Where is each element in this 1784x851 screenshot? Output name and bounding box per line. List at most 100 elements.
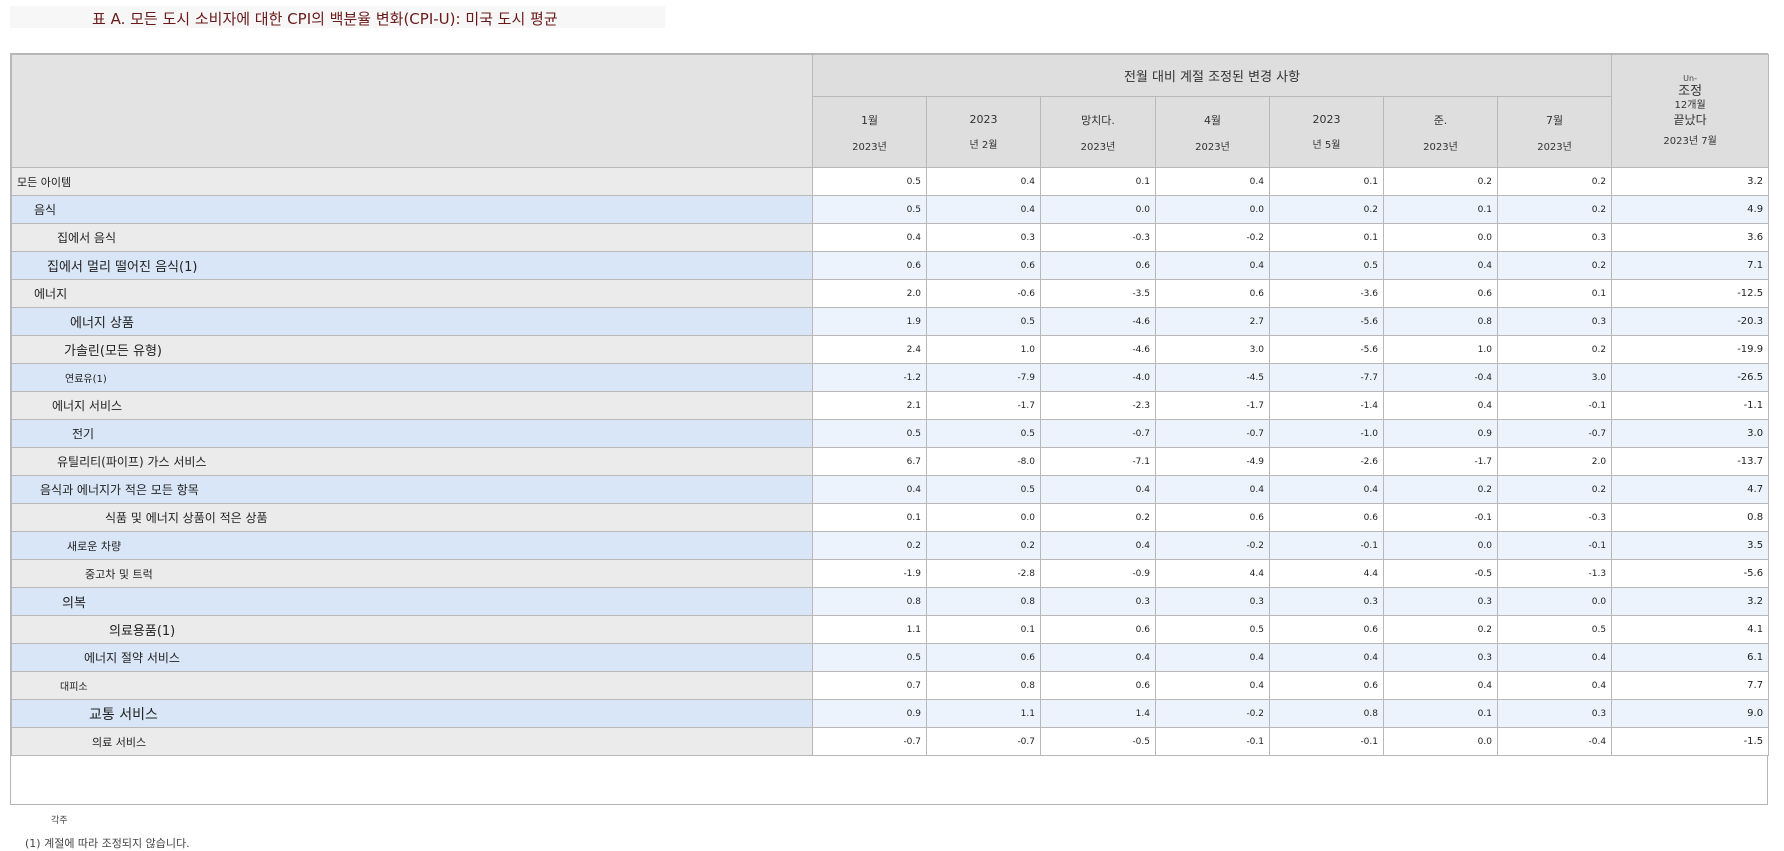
unadjusted-value-cell: -1.1 [1611, 391, 1770, 420]
value-cell: 0.1 [1496, 279, 1613, 308]
page-title: 표 A. 모든 도시 소비자에 대한 CPI의 백분율 변화(CPI-U): 미… [92, 10, 558, 28]
table-row: 모든 아이템 0.5 0.4 0.1 0.4 0.1 0.2 0.2 3.2 [11, 167, 1770, 196]
value-cell: 0.4 [1269, 643, 1384, 672]
table-row: 가솔린(모든 유형) 2.4 1.0 -4.6 3.0 -5.6 1.0 0.2 -19.9 [11, 335, 1770, 364]
unadjusted-value-cell: 3.5 [1611, 531, 1770, 560]
value-cell: -0.1 [1269, 531, 1384, 560]
value-cell: 0.3 [1496, 307, 1613, 336]
seasonally-adjusted-group-header: 전월 대비 계절 조정된 변경 사항 [811, 54, 1613, 97]
value-cell: 0.6 [1269, 671, 1384, 700]
table-row: 교통 서비스 0.9 1.1 1.4 -0.2 0.8 0.1 0.3 9.0 [11, 699, 1770, 728]
value-cell: 0.3 [1383, 587, 1498, 616]
value-cell: -0.5 [1383, 559, 1498, 588]
value-cell: 0.0 [1040, 195, 1156, 224]
value-cell: 0.3 [1496, 699, 1613, 728]
value-cell: 0.4 [1383, 671, 1498, 700]
value-cell: 3.0 [1155, 335, 1270, 364]
table-row: 식품 및 에너지 상품이 적은 상품 0.1 0.0 0.2 0.6 0.6 -0.1 -0.… [11, 503, 1770, 532]
value-cell: -0.3 [1040, 223, 1156, 252]
value-cell: 0.4 [1269, 475, 1384, 504]
value-cell: -0.7 [1496, 419, 1613, 448]
value-cell: 0.6 [1040, 671, 1156, 700]
value-cell: 0.6 [812, 251, 927, 280]
value-cell: 0.6 [1155, 503, 1270, 532]
value-cell: 0.1 [1383, 699, 1498, 728]
table-row: 대피소 0.7 0.8 0.6 0.4 0.6 0.4 0.4 7.7 [11, 671, 1770, 700]
value-cell: 0.6 [926, 251, 1041, 280]
row-label: 집에서 멀리 떨어진 음식(1) [11, 251, 813, 280]
value-cell: 0.2 [1496, 251, 1613, 280]
row-label: 중고차 및 트럭 [11, 559, 813, 588]
row-label: 에너지 서비스 [11, 391, 813, 420]
value-cell: -0.1 [1383, 503, 1498, 532]
value-cell: -5.6 [1269, 307, 1384, 336]
unadjusted-value-cell: -26.5 [1611, 363, 1770, 392]
value-cell: -0.1 [1496, 391, 1613, 420]
value-cell: -1.7 [1383, 447, 1498, 476]
value-cell: 0.4 [812, 475, 927, 504]
value-cell: -4.6 [1040, 335, 1156, 364]
value-cell: -0.6 [926, 279, 1041, 308]
table-row: 의료 서비스 -0.7 -0.7 -0.5 -0.1 -0.1 0.0 -0.4 -1.5 [11, 727, 1770, 756]
row-label: 에너지 [11, 279, 813, 308]
value-cell: 0.1 [926, 615, 1041, 644]
value-cell: 1.0 [926, 335, 1041, 364]
value-cell: 4.4 [1155, 559, 1270, 588]
value-cell: -2.6 [1269, 447, 1384, 476]
row-label: 음식과 에너지가 적은 모든 항목 [11, 475, 813, 504]
value-cell: 2.0 [812, 279, 927, 308]
value-cell: 0.4 [926, 195, 1041, 224]
row-label: 가솔린(모든 유형) [11, 335, 813, 364]
value-cell: 0.2 [1496, 335, 1613, 364]
value-cell: 0.8 [926, 587, 1041, 616]
value-cell: -0.7 [812, 727, 927, 756]
value-cell: -4.5 [1155, 363, 1270, 392]
row-label: 의복 [11, 587, 813, 616]
unadjusted-value-cell: -12.5 [1611, 279, 1770, 308]
value-cell: 0.8 [1269, 699, 1384, 728]
table-row: 연료유(1) -1.2 -7.9 -4.0 -4.5 -7.7 -0.4 3.0 -26.5 [11, 363, 1770, 392]
value-cell: -0.2 [1155, 223, 1270, 252]
value-cell: -3.5 [1040, 279, 1156, 308]
value-cell: 1.1 [812, 615, 927, 644]
row-label: 의료용품(1) [11, 615, 813, 644]
value-cell: 1.1 [926, 699, 1041, 728]
table-row: 집에서 멀리 떨어진 음식(1) 0.6 0.6 0.6 0.4 0.5 0.4 0.2 7.1 [11, 251, 1770, 280]
row-label: 새로운 차량 [11, 531, 813, 560]
value-cell: 0.6 [1040, 251, 1156, 280]
value-cell: 0.7 [812, 671, 927, 700]
value-cell: -0.7 [1040, 419, 1156, 448]
unadjusted-value-cell: 4.9 [1611, 195, 1770, 224]
value-cell: 0.8 [812, 587, 927, 616]
footnote-1: (1) 계절에 따라 조정되지 않습니다. [25, 837, 190, 850]
unadjusted-value-cell: 3.6 [1611, 223, 1770, 252]
row-label: 대피소 [11, 671, 813, 700]
row-label: 유틸리티(파이프) 가스 서비스 [11, 447, 813, 476]
value-cell: 3.0 [1496, 363, 1613, 392]
table-row: 의료용품(1) 1.1 0.1 0.6 0.5 0.6 0.2 0.5 4.1 [11, 615, 1770, 644]
value-cell: 0.2 [812, 531, 927, 560]
value-cell: 2.7 [1155, 307, 1270, 336]
value-cell: -0.7 [1155, 419, 1270, 448]
value-cell: 0.0 [1383, 727, 1498, 756]
value-cell: 0.8 [1383, 307, 1498, 336]
unadj-line-1: Un- [1683, 73, 1697, 83]
value-cell: 0.2 [1496, 167, 1613, 196]
value-cell: 0.9 [812, 699, 927, 728]
value-cell: 0.6 [1269, 615, 1384, 644]
value-cell: -0.2 [1155, 531, 1270, 560]
value-cell: 0.2 [1383, 615, 1498, 644]
unadjusted-value-cell: 9.0 [1611, 699, 1770, 728]
value-cell: 0.1 [1383, 195, 1498, 224]
unadjusted-value-cell: 4.7 [1611, 475, 1770, 504]
unadj-line-3: 12개월 [1674, 100, 1706, 112]
value-cell: -4.0 [1040, 363, 1156, 392]
table-row: 음식과 에너지가 적은 모든 항목 0.4 0.5 0.4 0.4 0.4 0.2 0.2 4.… [11, 475, 1770, 504]
row-label: 연료유(1) [11, 363, 813, 392]
title-bar: 표 A. 모든 도시 소비자에 대한 CPI의 백분율 변화(CPI-U): 미… [10, 6, 665, 28]
unadjusted-value-cell: -19.9 [1611, 335, 1770, 364]
value-cell: -3.6 [1269, 279, 1384, 308]
value-cell: 0.3 [926, 223, 1041, 252]
value-cell: 0.2 [1383, 167, 1498, 196]
unadjusted-12-month-header: Un- 조정 12개월 끝났다 2023년 7월 [1611, 54, 1770, 168]
